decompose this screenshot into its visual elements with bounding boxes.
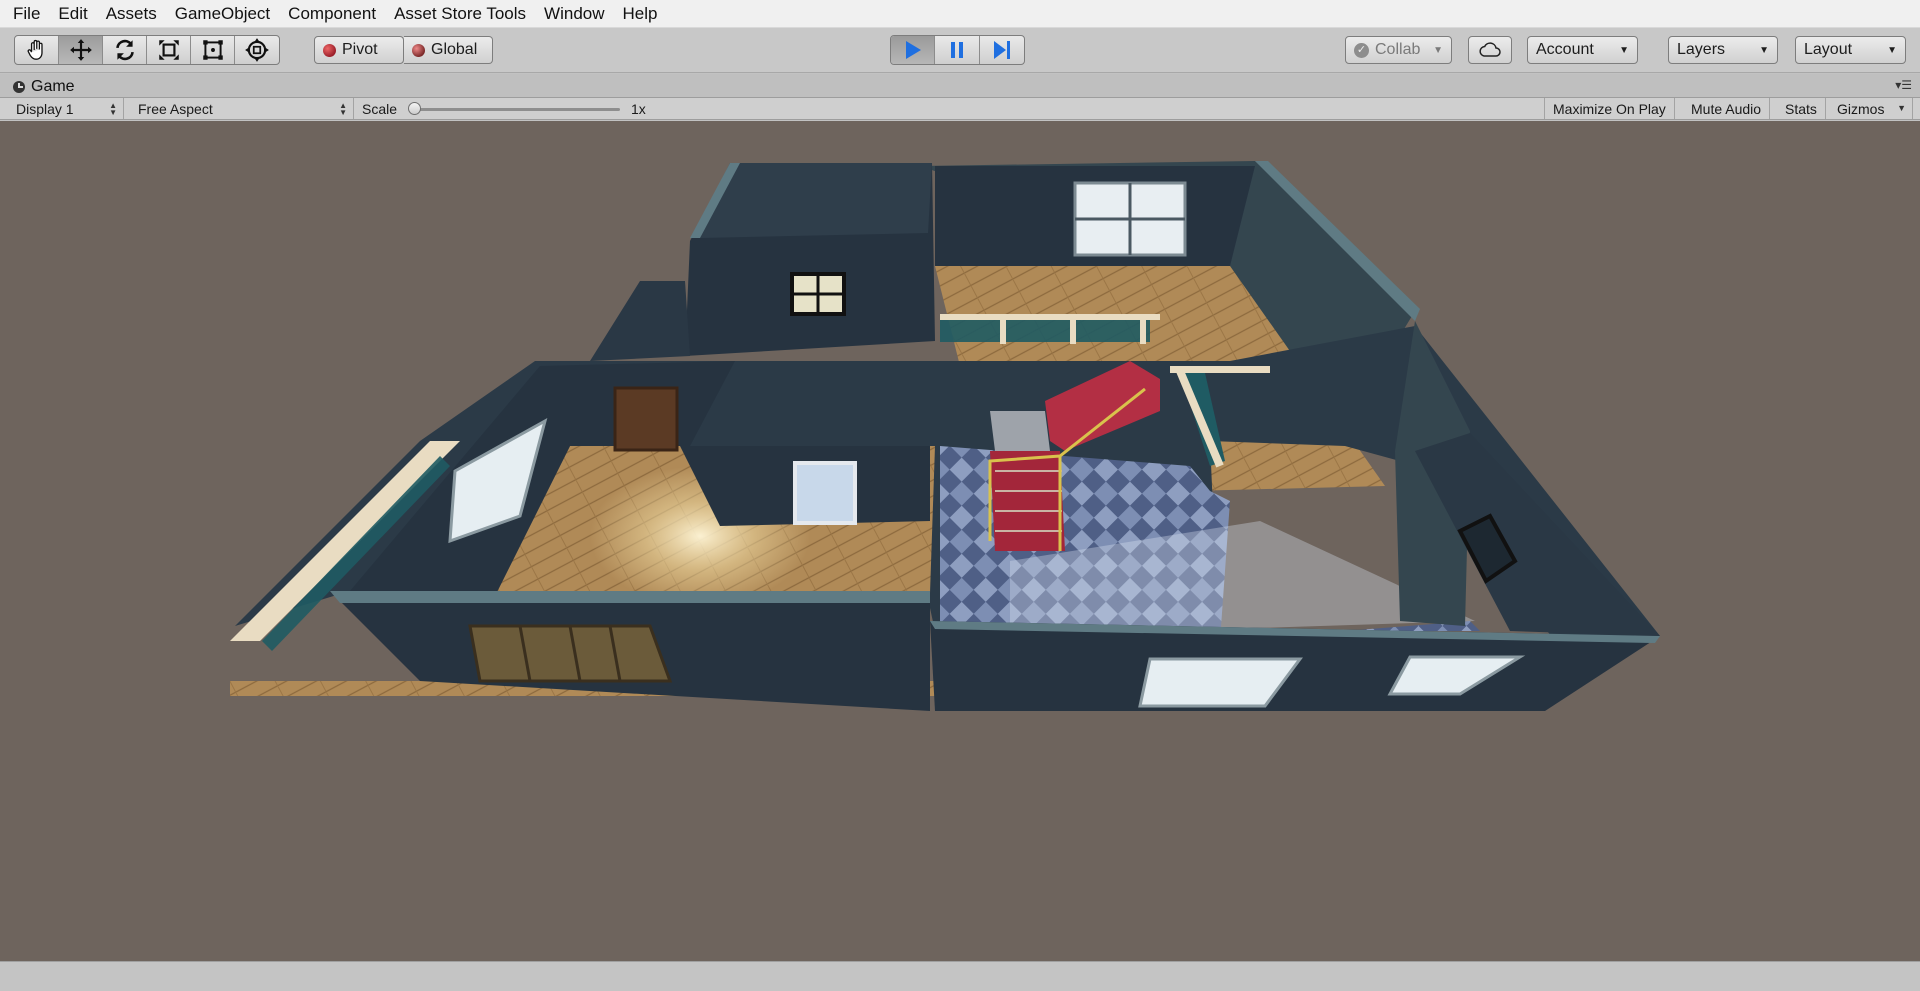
stats-toggle[interactable]: Stats (1777, 98, 1826, 119)
check-icon: ✓ (1354, 42, 1369, 58)
caret-icon: ▼ (1887, 44, 1897, 56)
menu-asset-store-tools[interactable]: Asset Store Tools (385, 0, 535, 28)
door-interior (793, 461, 857, 525)
rotate-icon (115, 39, 134, 61)
tab-menu-icon[interactable]: ▾☰ (1895, 78, 1912, 92)
layers-label: Layers (1677, 41, 1726, 58)
global-button[interactable]: Global (404, 36, 493, 64)
hand-icon (27, 39, 43, 60)
menu-gameobject[interactable]: GameObject (166, 0, 279, 28)
display-select[interactable]: Display 1 ▲ ▼ (8, 98, 124, 119)
scale-value: 1x (631, 100, 646, 117)
menu-help[interactable]: Help (614, 0, 667, 28)
account-dropdown[interactable]: Account ▼ (1527, 36, 1638, 64)
transform-tools (14, 35, 280, 65)
caret-icon: ▼ (1619, 44, 1629, 56)
account-label: Account (1536, 41, 1594, 58)
aspect-label: Free Aspect (138, 100, 213, 117)
updown-arrows-icon: ▲ ▼ (339, 100, 347, 117)
pivot-button[interactable]: Pivot (314, 36, 404, 64)
caret-icon: ▼ (1897, 103, 1906, 113)
gizmos-dropdown[interactable]: Gizmos ▼ (1829, 98, 1913, 119)
tab-bar: Game ▾☰ (0, 74, 1920, 98)
caret-icon: ▼ (1759, 44, 1769, 56)
playback-controls (890, 35, 1025, 65)
tab-game-label: Game (31, 78, 75, 95)
caret-icon: ▼ (1433, 44, 1443, 56)
collab-label: Collab (1375, 41, 1421, 58)
display-label: Display 1 (16, 100, 74, 117)
step-button[interactable] (980, 36, 1024, 64)
pause-icon (951, 42, 964, 58)
main-toolbar: Pivot Global ✓ Collab ▼ Account ▼ Layers… (0, 28, 1920, 73)
scale-icon (158, 40, 179, 60)
cloud-button[interactable] (1468, 36, 1512, 64)
pivot-label: Pivot (342, 41, 378, 58)
house-scene (230, 161, 1660, 711)
tab-game[interactable]: Game (6, 76, 81, 98)
gizmos-label: Gizmos (1837, 100, 1885, 117)
play-icon (905, 41, 921, 59)
scale-label: Scale (362, 100, 398, 117)
hand-tool-button[interactable] (15, 36, 59, 64)
pause-button[interactable] (935, 36, 980, 64)
step-icon (993, 41, 1010, 59)
play-button[interactable] (891, 36, 936, 64)
rect-tool-button[interactable] (191, 36, 235, 64)
pivot-icon (323, 43, 336, 57)
layout-label: Layout (1804, 41, 1853, 58)
transform-icon (245, 38, 269, 62)
door-back (613, 386, 679, 452)
layers-dropdown[interactable]: Layers ▼ (1668, 36, 1778, 64)
game-controller-icon (13, 81, 25, 93)
scale-slider-thumb[interactable] (408, 102, 421, 115)
menu-edit[interactable]: Edit (49, 0, 96, 28)
menu-component[interactable]: Component (279, 0, 385, 28)
globe-icon (412, 43, 425, 57)
global-label: Global (431, 41, 478, 58)
menu-assets[interactable]: Assets (97, 0, 166, 28)
transform-tool-button[interactable] (235, 36, 279, 64)
game-viewport[interactable] (0, 121, 1920, 961)
menu-window[interactable]: Window (535, 0, 613, 28)
menu-bar: File Edit Assets GameObject Component As… (0, 0, 1920, 28)
rect-icon (202, 40, 223, 60)
collab-button[interactable]: ✓ Collab ▼ (1345, 36, 1452, 64)
menu-file[interactable]: File (4, 0, 49, 28)
move-icon (69, 39, 92, 61)
stair-lower (990, 451, 1065, 551)
cloud-icon (1479, 42, 1501, 57)
mute-audio-toggle[interactable]: Mute Audio (1683, 98, 1771, 119)
scale-slider-track[interactable] (410, 108, 620, 111)
layout-dropdown[interactable]: Layout ▼ (1795, 36, 1906, 64)
rotate-tool-button[interactable] (103, 36, 147, 64)
scale-tool-button[interactable] (147, 36, 191, 64)
game-view-controls: Display 1 ▲ ▼ Free Aspect ▲ ▼ Scale 1x Max… (0, 98, 1920, 120)
updown-arrows-icon: ▲ ▼ (109, 100, 117, 117)
maximize-on-play-toggle[interactable]: Maximize On Play (1544, 98, 1675, 119)
status-bar (0, 961, 1920, 991)
move-tool-button[interactable] (59, 36, 103, 64)
aspect-select[interactable]: Free Aspect ▲ ▼ (130, 98, 354, 119)
